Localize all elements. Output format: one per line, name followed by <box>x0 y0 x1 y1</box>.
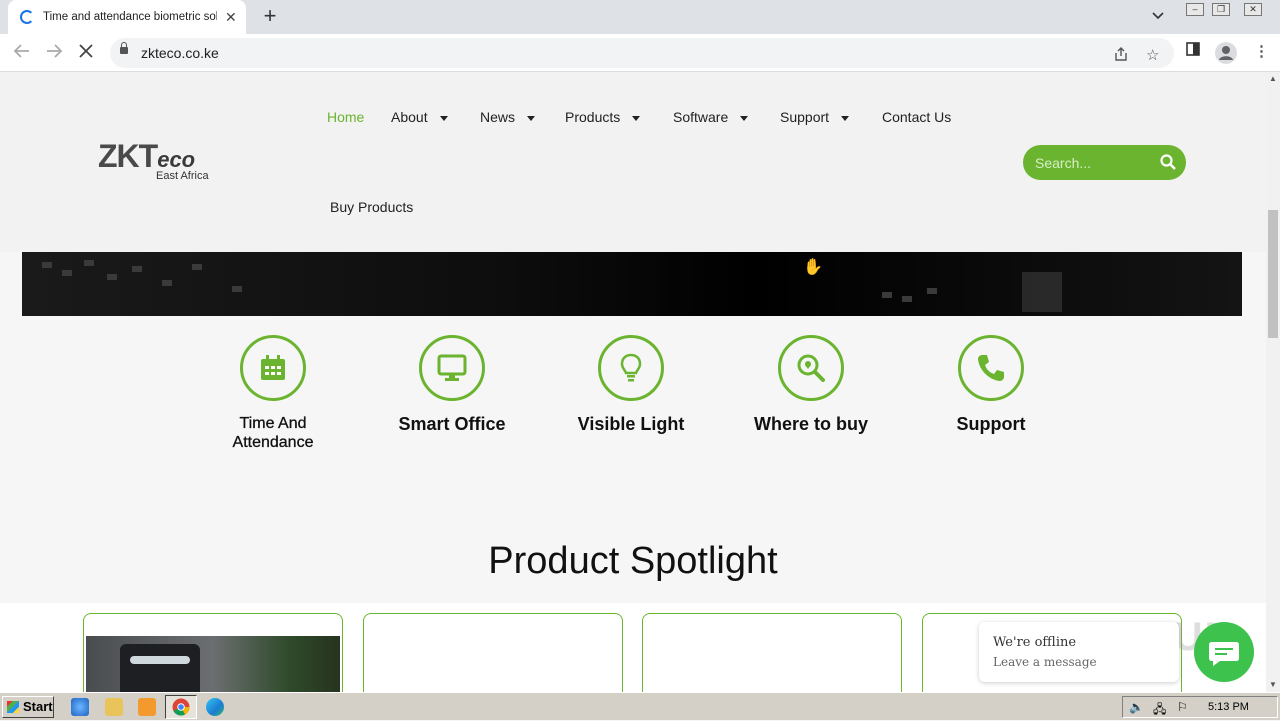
feature-support-label: Support <box>956 414 1026 434</box>
nav-about-label: About <box>391 109 428 125</box>
feature-visible-light[interactable]: Visible Light <box>541 335 721 435</box>
feature-support[interactable]: Support <box>901 335 1081 435</box>
page-scrollbar[interactable] <box>1266 72 1280 692</box>
nav-software-label: Software <box>673 109 729 125</box>
chrome-icon <box>172 698 190 716</box>
media-player-icon[interactable] <box>138 698 156 716</box>
restore-window-button[interactable]: ❐ <box>1212 3 1230 16</box>
browser-tab[interactable]: Time and attendance biometric solut ✕ <box>8 0 246 34</box>
nav-home[interactable]: Home <box>327 109 364 125</box>
tab-search-chevron-icon[interactable] <box>1152 9 1164 23</box>
chat-status: We're offline <box>993 635 1077 650</box>
caret-down-icon <box>841 115 850 121</box>
chat-bubble-icon <box>1209 642 1239 666</box>
hero-banner <box>22 252 1242 316</box>
search-location-icon <box>778 335 844 401</box>
network-icon[interactable]: 🖧 <box>1153 700 1166 721</box>
feature-time-attendance[interactable]: Time And Attendance <box>183 335 363 452</box>
nav-buy-products[interactable]: Buy Products <box>330 199 413 215</box>
profile-avatar-icon[interactable] <box>1215 42 1237 64</box>
hand-cursor-icon: ✋ <box>803 259 823 276</box>
flag-notification-icon[interactable]: ⚐ <box>1177 700 1188 714</box>
search-box[interactable]: Search... <box>1023 145 1186 180</box>
chat-launcher-button[interactable] <box>1194 622 1254 682</box>
start-label: Start <box>23 699 53 714</box>
calendar-icon <box>240 335 306 401</box>
scroll-up-arrow-icon[interactable]: ▲ <box>1266 72 1280 86</box>
product-card[interactable] <box>83 613 343 706</box>
section-title: Product Spotlight <box>488 540 778 582</box>
tab-title: Time and attendance biometric solut <box>43 11 217 23</box>
site-header: ZKTeco East Africa Home About News Produ… <box>0 72 1266 252</box>
search-input[interactable]: Search... <box>1035 155 1091 171</box>
browser-tabstrip: Time and attendance biometric solut ✕ + … <box>0 0 1280 34</box>
close-window-button[interactable]: ✕ <box>1244 3 1262 16</box>
caret-down-icon <box>439 115 448 121</box>
back-arrow-icon[interactable] <box>11 42 33 64</box>
logo-region: East Africa <box>156 170 209 182</box>
volume-icon[interactable]: 🔈 <box>1129 700 1144 714</box>
caret-down-icon <box>632 115 641 121</box>
bookmark-star-icon[interactable]: ☆ <box>1146 46 1159 64</box>
new-tab-button[interactable]: + <box>258 5 282 29</box>
folder-icon[interactable] <box>105 698 123 716</box>
chat-offline-bubble[interactable]: We're offline Leave a message <box>979 622 1179 682</box>
product-card[interactable] <box>642 613 902 703</box>
monitor-icon <box>419 335 485 401</box>
feature-where-to-buy-label: Where to buy <box>753 414 868 434</box>
minimize-window-button[interactable]: – <box>1186 3 1204 16</box>
close-tab-icon[interactable]: ✕ <box>225 9 237 26</box>
chat-leave-message[interactable]: Leave a message <box>993 655 1097 669</box>
nav-products[interactable]: Products <box>565 109 641 125</box>
ie-icon[interactable] <box>71 698 89 716</box>
url-text[interactable]: zkteco.co.ke <box>141 45 219 61</box>
scroll-down-arrow-icon[interactable]: ▼ <box>1266 678 1280 692</box>
browser-menu-icon[interactable]: ⋮ <box>1254 42 1269 60</box>
address-bar[interactable]: zkteco.co.ke ☆ <box>110 38 1174 68</box>
search-icon[interactable] <box>1160 154 1176 170</box>
phone-icon <box>958 335 1024 401</box>
zkteco-logo[interactable]: ZKTeco East Africa <box>98 138 209 182</box>
windows-logo-icon <box>7 701 19 713</box>
feature-visible-light-label: Visible Light <box>577 414 685 434</box>
edge-icon[interactable] <box>206 698 224 716</box>
nav-products-label: Products <box>565 109 621 125</box>
nav-news-label: News <box>480 109 516 125</box>
system-tray: 🔈 🖧 ⚐ <box>1122 696 1278 718</box>
loading-spinner-icon <box>20 10 34 24</box>
chrome-taskbar-button[interactable] <box>165 695 197 719</box>
logo-brand-a: ZKT <box>98 138 158 174</box>
nav-about[interactable]: About <box>391 109 448 125</box>
logo-brand-b: eco <box>157 147 196 172</box>
browser-toolbar: zkteco.co.ke ☆ ⋮ <box>0 34 1280 72</box>
nav-software[interactable]: Software <box>673 109 749 125</box>
caret-down-icon <box>740 115 749 121</box>
scrollbar-thumb[interactable] <box>1268 210 1278 338</box>
feature-time-attendance-label: Time And Attendance <box>232 415 314 451</box>
nav-support[interactable]: Support <box>780 109 850 125</box>
caret-down-icon <box>527 115 536 121</box>
nav-contact[interactable]: Contact Us <box>882 109 951 125</box>
start-button[interactable]: Start <box>2 696 54 718</box>
nav-support-label: Support <box>780 109 830 125</box>
lightbulb-icon <box>598 335 664 401</box>
side-panel-icon[interactable] <box>1186 42 1200 60</box>
feature-smart-office-label: Smart Office <box>398 414 506 434</box>
feature-where-to-buy[interactable]: Where to buy <box>721 335 901 435</box>
os-taskbar: Start 🔈 🖧 ⚐ 5:13 PM <box>0 692 1280 720</box>
nav-news[interactable]: News <box>480 109 536 125</box>
share-icon[interactable] <box>1113 46 1129 66</box>
product-card[interactable] <box>363 613 623 703</box>
feature-smart-office[interactable]: Smart Office <box>362 335 542 435</box>
lock-icon[interactable] <box>120 42 128 56</box>
stop-loading-icon[interactable] <box>75 42 97 64</box>
forward-arrow-icon[interactable] <box>43 42 65 64</box>
taskbar-clock[interactable]: 5:13 PM <box>1208 701 1249 713</box>
